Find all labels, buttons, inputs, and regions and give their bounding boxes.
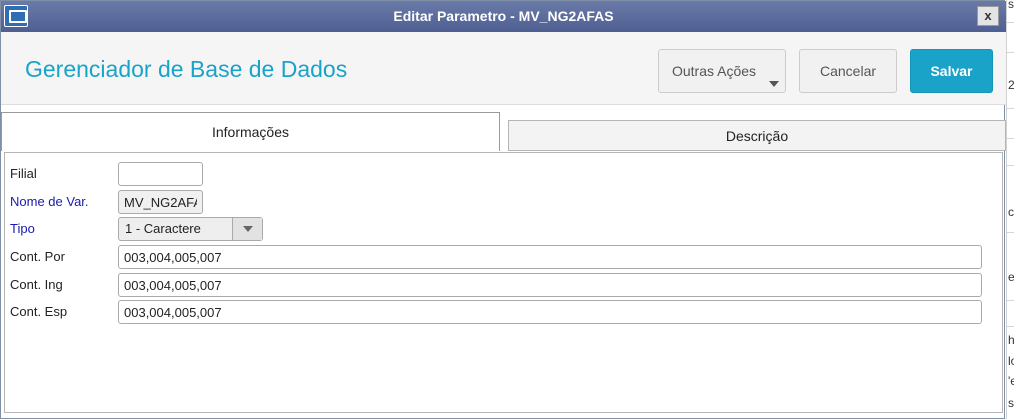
edit-parameter-dialog: Editar Parametro - MV_NG2AFAS x Gerencia… [0, 0, 1006, 419]
close-icon[interactable]: x [977, 6, 999, 26]
tab-descricao[interactable]: Descrição [508, 120, 1006, 151]
cont-por-input[interactable] [118, 245, 982, 269]
title-bar: Editar Parametro - MV_NG2AFAS x [1, 1, 1006, 32]
header-bar: Gerenciador de Base de Dados Outras Açõe… [1, 32, 1006, 105]
window-title: Editar Parametro - MV_NG2AFAS [393, 8, 614, 24]
nome-var-input[interactable] [118, 190, 203, 214]
background-fragment: c [1008, 205, 1014, 219]
cont-por-label: Cont. Por [10, 249, 65, 264]
page-title: Gerenciador de Base de Dados [25, 56, 348, 82]
tipo-label: Tipo [10, 221, 35, 236]
tipo-value: 1 - Caractere [125, 221, 201, 236]
background-fragment: se [1008, 396, 1014, 410]
chevron-down-icon[interactable] [232, 218, 262, 240]
background-fragment: e [1008, 270, 1014, 284]
cancel-button[interactable]: Cancelar [799, 49, 897, 93]
nome-var-label: Nome de Var. [10, 194, 89, 209]
more-actions-label: Outras Ações [671, 63, 757, 79]
tipo-select[interactable]: 1 - Caractere [118, 217, 263, 241]
background-fragment: lo [1008, 354, 1014, 368]
filial-input[interactable] [118, 162, 203, 186]
background-fragment: h [1008, 333, 1014, 347]
tab-label: Descrição [725, 128, 789, 144]
more-actions-button[interactable]: Outras Ações [658, 49, 786, 93]
cont-ing-input[interactable] [118, 273, 982, 297]
filial-label: Filial [10, 166, 37, 181]
background-window-strip: s 2 c e h lo 'e se [1006, 0, 1014, 419]
cont-esp-input[interactable] [118, 300, 982, 324]
tab-informacoes[interactable]: Informações [1, 112, 500, 151]
cont-esp-label: Cont. Esp [10, 304, 68, 319]
background-fragment: s [1008, 0, 1014, 11]
tab-label: Informações [211, 124, 290, 140]
background-fragment: 'e [1008, 374, 1014, 388]
caret-down-icon [769, 81, 779, 87]
background-fragment: 2 [1008, 78, 1014, 92]
cont-ing-label: Cont. Ing [10, 277, 63, 292]
save-button[interactable]: Salvar [910, 49, 993, 93]
